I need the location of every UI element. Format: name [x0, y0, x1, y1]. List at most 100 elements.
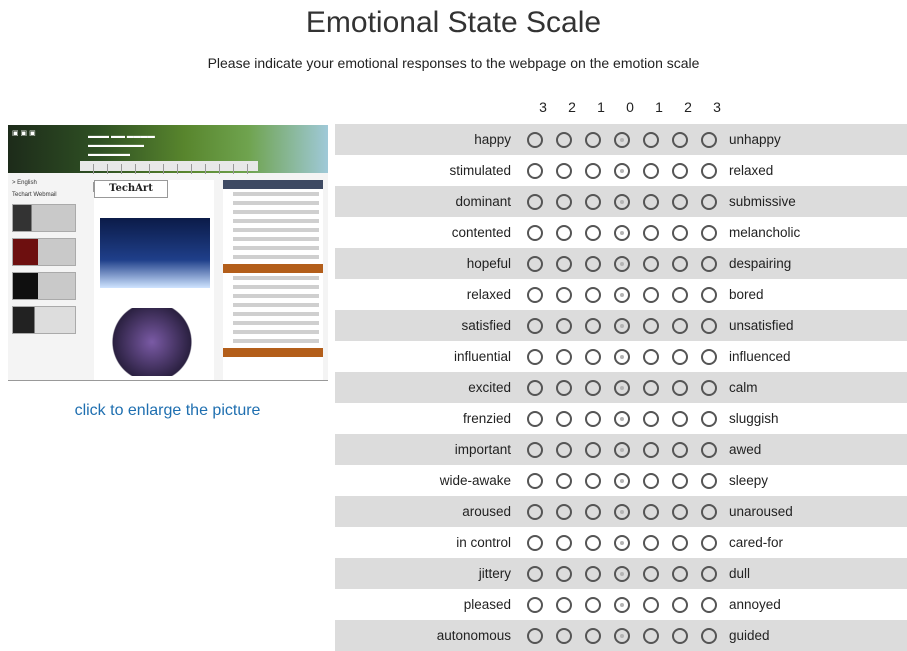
radio-option[interactable]	[555, 410, 572, 427]
radio-option[interactable]	[700, 255, 717, 272]
radio-option[interactable]	[613, 410, 630, 427]
radio-option[interactable]	[613, 348, 630, 365]
radio-option[interactable]	[700, 131, 717, 148]
radio-option[interactable]	[613, 193, 630, 210]
radio-option[interactable]	[613, 441, 630, 458]
radio-option[interactable]	[700, 379, 717, 396]
radio-option[interactable]	[526, 627, 543, 644]
radio-option[interactable]	[700, 503, 717, 520]
radio-option[interactable]	[584, 503, 601, 520]
radio-option[interactable]	[555, 317, 572, 334]
radio-option[interactable]	[671, 410, 688, 427]
radio-option[interactable]	[642, 131, 659, 148]
radio-option[interactable]	[555, 224, 572, 241]
radio-option[interactable]	[642, 379, 659, 396]
radio-option[interactable]	[555, 255, 572, 272]
radio-option[interactable]	[584, 255, 601, 272]
radio-option[interactable]	[526, 131, 543, 148]
radio-option[interactable]	[613, 534, 630, 551]
radio-option[interactable]	[671, 596, 688, 613]
radio-option[interactable]	[584, 224, 601, 241]
radio-option[interactable]	[642, 565, 659, 582]
radio-option[interactable]	[642, 224, 659, 241]
radio-option[interactable]	[671, 503, 688, 520]
radio-option[interactable]	[555, 565, 572, 582]
radio-option[interactable]	[642, 534, 659, 551]
radio-option[interactable]	[584, 193, 601, 210]
radio-option[interactable]	[642, 441, 659, 458]
radio-option[interactable]	[613, 627, 630, 644]
radio-option[interactable]	[671, 317, 688, 334]
radio-option[interactable]	[671, 534, 688, 551]
radio-option[interactable]	[700, 317, 717, 334]
radio-option[interactable]	[700, 193, 717, 210]
radio-option[interactable]	[671, 348, 688, 365]
radio-option[interactable]	[526, 193, 543, 210]
radio-option[interactable]	[526, 379, 543, 396]
radio-option[interactable]	[584, 596, 601, 613]
radio-option[interactable]	[555, 472, 572, 489]
enlarge-picture-link[interactable]: click to enlarge the picture	[0, 402, 335, 420]
radio-option[interactable]	[700, 224, 717, 241]
radio-option[interactable]	[642, 627, 659, 644]
radio-option[interactable]	[584, 317, 601, 334]
radio-option[interactable]	[671, 565, 688, 582]
radio-option[interactable]	[584, 534, 601, 551]
radio-option[interactable]	[613, 317, 630, 334]
radio-option[interactable]	[700, 162, 717, 179]
radio-option[interactable]	[555, 441, 572, 458]
radio-option[interactable]	[642, 410, 659, 427]
radio-option[interactable]	[671, 472, 688, 489]
radio-option[interactable]	[642, 255, 659, 272]
radio-option[interactable]	[671, 627, 688, 644]
radio-option[interactable]	[555, 534, 572, 551]
radio-option[interactable]	[584, 131, 601, 148]
radio-option[interactable]	[526, 534, 543, 551]
radio-option[interactable]	[642, 472, 659, 489]
radio-option[interactable]	[555, 131, 572, 148]
radio-option[interactable]	[584, 348, 601, 365]
radio-option[interactable]	[700, 472, 717, 489]
radio-option[interactable]	[526, 410, 543, 427]
radio-option[interactable]	[642, 317, 659, 334]
radio-option[interactable]	[671, 193, 688, 210]
radio-option[interactable]	[555, 286, 572, 303]
radio-option[interactable]	[613, 503, 630, 520]
radio-option[interactable]	[671, 379, 688, 396]
radio-option[interactable]	[700, 534, 717, 551]
radio-option[interactable]	[555, 348, 572, 365]
radio-option[interactable]	[526, 472, 543, 489]
radio-option[interactable]	[671, 131, 688, 148]
radio-option[interactable]	[613, 224, 630, 241]
radio-option[interactable]	[613, 162, 630, 179]
radio-option[interactable]	[671, 224, 688, 241]
radio-option[interactable]	[700, 596, 717, 613]
radio-option[interactable]	[555, 193, 572, 210]
radio-option[interactable]	[526, 565, 543, 582]
radio-option[interactable]	[526, 317, 543, 334]
radio-option[interactable]	[642, 193, 659, 210]
radio-option[interactable]	[526, 441, 543, 458]
radio-option[interactable]	[671, 286, 688, 303]
radio-option[interactable]	[584, 162, 601, 179]
radio-option[interactable]	[555, 162, 572, 179]
radio-option[interactable]	[555, 379, 572, 396]
radio-option[interactable]	[584, 286, 601, 303]
webpage-preview-image[interactable]: ▣ ▣ ▣ ▬▬▬ ▬▬ ▬▬▬▬ ▬▬▬▬▬▬▬▬ ▬▬▬▬▬▬ > Englis…	[8, 125, 328, 381]
radio-option[interactable]	[642, 162, 659, 179]
radio-option[interactable]	[555, 596, 572, 613]
radio-option[interactable]	[584, 410, 601, 427]
radio-option[interactable]	[700, 441, 717, 458]
radio-option[interactable]	[613, 131, 630, 148]
radio-option[interactable]	[526, 286, 543, 303]
radio-option[interactable]	[526, 596, 543, 613]
radio-option[interactable]	[526, 162, 543, 179]
radio-option[interactable]	[584, 441, 601, 458]
radio-option[interactable]	[526, 503, 543, 520]
radio-option[interactable]	[613, 596, 630, 613]
radio-option[interactable]	[671, 255, 688, 272]
radio-option[interactable]	[700, 627, 717, 644]
radio-option[interactable]	[555, 627, 572, 644]
radio-option[interactable]	[700, 348, 717, 365]
radio-option[interactable]	[526, 224, 543, 241]
